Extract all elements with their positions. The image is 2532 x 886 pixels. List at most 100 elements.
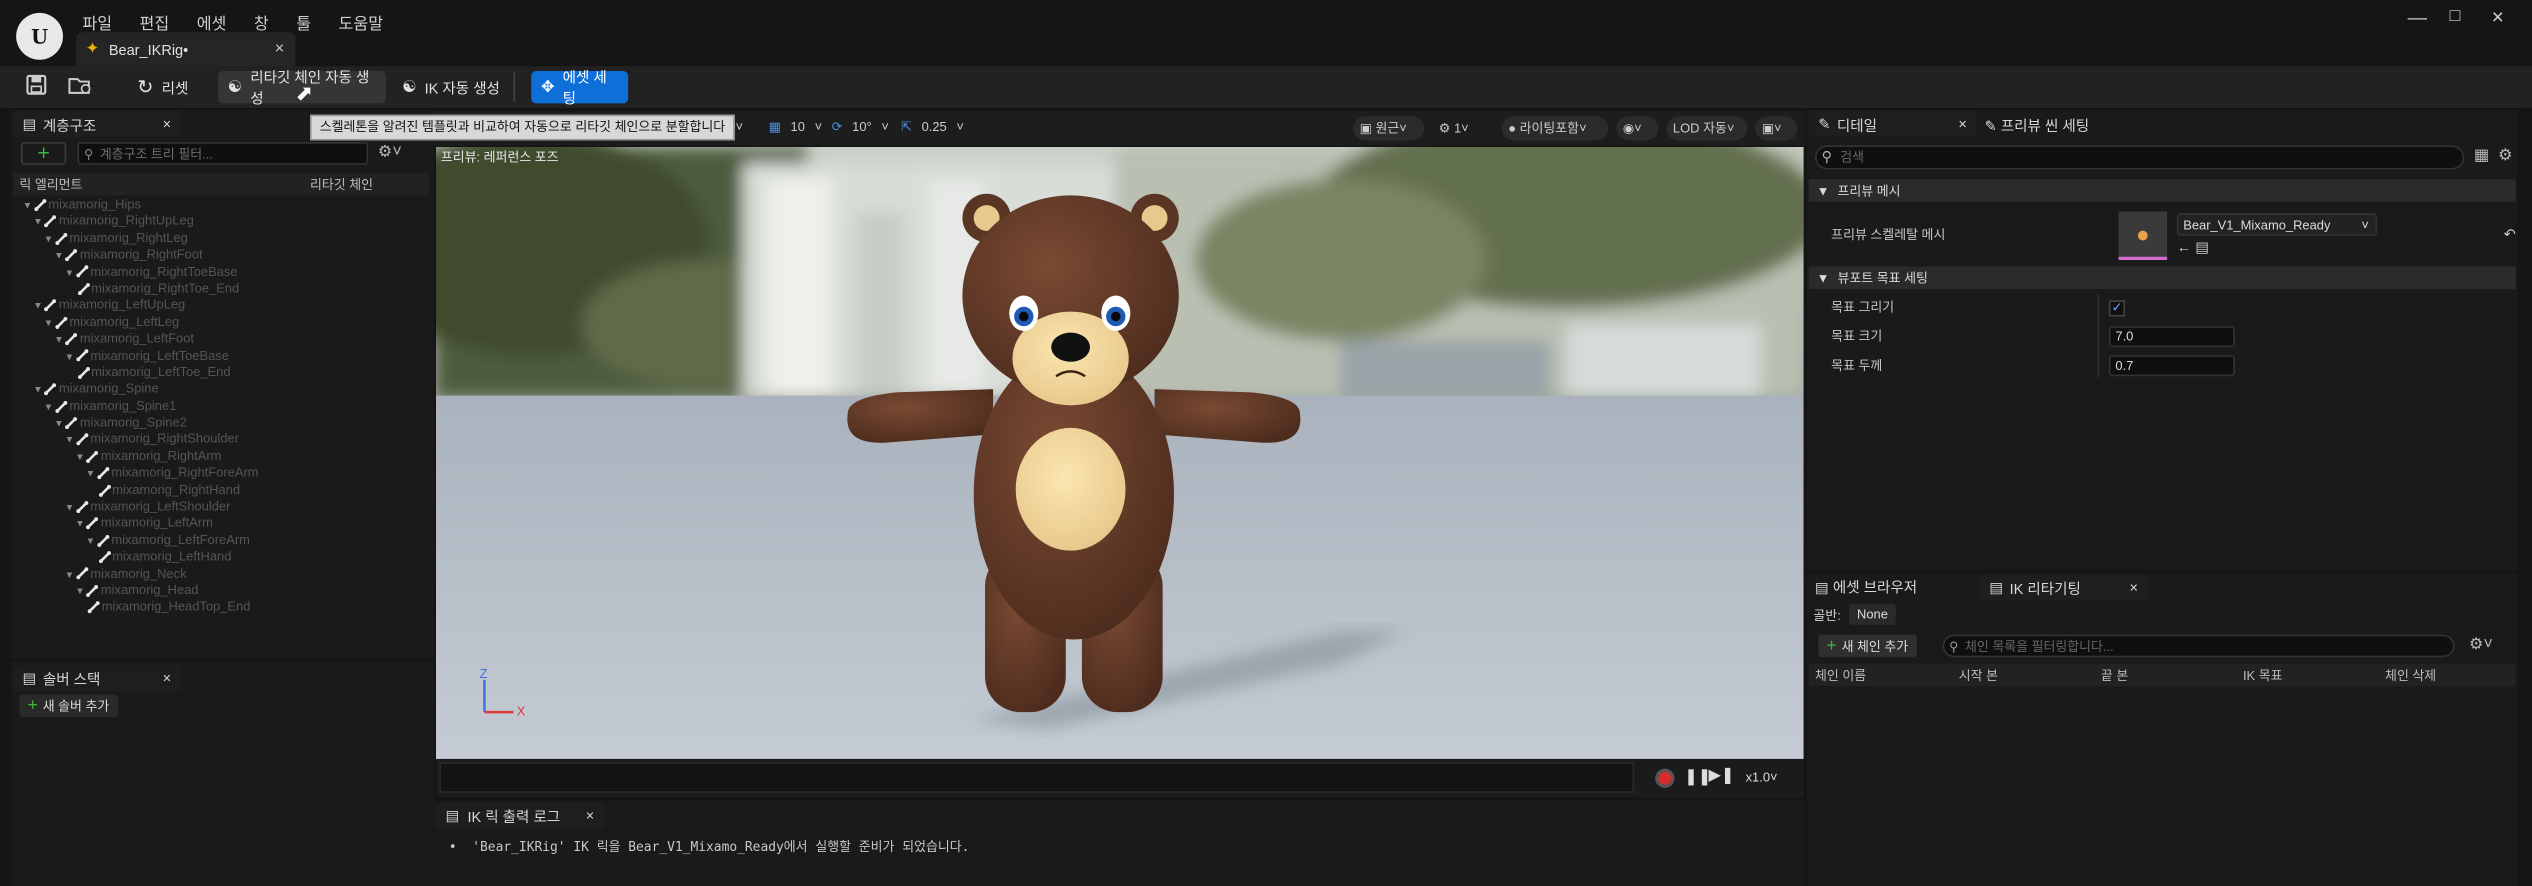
expand-arrow-icon[interactable]: ▼ (65, 504, 75, 514)
menu-item-5[interactable]: 도움말 (339, 10, 384, 34)
retarget-settings-icon[interactable]: ⚙˅ (2469, 636, 2493, 654)
expand-arrow-icon[interactable]: ▼ (33, 386, 43, 396)
details-settings-icon[interactable]: ⚙ (2498, 147, 2512, 165)
record-icon[interactable] (1655, 768, 1675, 789)
expand-arrow-icon[interactable]: ▼ (54, 420, 64, 430)
expand-arrow-icon[interactable]: ▼ (65, 437, 75, 447)
goal-thickness-input[interactable]: 0.7 (2108, 355, 2235, 377)
tree-row[interactable]: ▼ mixamorig_Spine (13, 382, 430, 399)
column-splitter[interactable] (2097, 293, 2100, 378)
mesh-thumbnail[interactable]: ● (2118, 210, 2168, 260)
playrate-dropdown[interactable]: x1.0˅ (1746, 770, 1778, 785)
tree-row[interactable]: ▼ mixamorig_RightShoulder (13, 432, 430, 449)
lod-dropdown[interactable]: LOD 자동 ˅ (1666, 116, 1748, 141)
camera-speed[interactable]: ⚙ 1 ˅ (1432, 116, 1477, 140)
draw-goals-checkbox[interactable]: ✓ (2108, 299, 2126, 316)
timeline-scrubber[interactable] (439, 762, 1635, 793)
asset-settings-button[interactable]: ✥ 에셋 세팅 (531, 69, 629, 107)
tree-row[interactable]: ▼ mixamorig_LeftArm (13, 516, 430, 533)
maximize-icon[interactable]: □ (2450, 6, 2461, 25)
tree-row[interactable]: mixamorig_RightHand (13, 482, 430, 499)
chain-column-header[interactable]: IK 목표 (2243, 667, 2283, 685)
chain-filter-input[interactable]: ⚲ 체인 목록을 필터링합니다... (1942, 634, 2455, 658)
tree-row[interactable]: ▼ mixamorig_RightForeArm (13, 465, 430, 482)
tree-row[interactable]: ▼ mixamorig_Spine2 (13, 415, 430, 432)
chain-column-header[interactable]: 시작 본 (1959, 667, 1998, 685)
menu-item-4[interactable]: 툴 (296, 10, 311, 34)
show-dropdown[interactable]: ◉˅ (1616, 116, 1659, 141)
tree-row[interactable]: ▼ mixamorig_LeftLeg (13, 314, 430, 331)
goal-size-input[interactable]: 7.0 (2108, 326, 2235, 348)
expand-arrow-icon[interactable]: ▼ (54, 252, 64, 262)
viewport-goal-section[interactable]: ▼ 뷰포트 목표 세팅 (1808, 266, 2516, 290)
add-solver-button[interactable]: + 새 솔버 추가 (19, 694, 118, 717)
table-view-icon[interactable]: ▦ (2474, 147, 2489, 165)
unreal-logo[interactable]: U (16, 12, 63, 60)
expand-arrow-icon[interactable]: ▼ (75, 454, 85, 464)
tree-row[interactable]: mixamorig_LeftHand (13, 549, 430, 566)
tree-row[interactable]: ▼ mixamorig_LeftFoot (13, 331, 430, 348)
expand-arrow-icon[interactable]: ▼ (33, 219, 43, 229)
tree-row[interactable]: ▼ mixamorig_RightLeg (13, 231, 430, 248)
tree-row[interactable]: ▼ mixamorig_Hips (13, 197, 430, 214)
lighting-dropdown[interactable]: ● 라이팅포함 ˅ (1501, 116, 1609, 141)
tree-row[interactable]: mixamorig_HeadTop_End (13, 600, 430, 617)
tree-row[interactable]: ▼ mixamorig_LeftToeBase (13, 348, 430, 365)
expand-arrow-icon[interactable]: ▼ (65, 353, 75, 363)
use-selected-icon[interactable]: ← (2177, 239, 2192, 255)
expand-arrow-icon[interactable]: ▼ (44, 403, 54, 413)
tree-row[interactable]: ▼ mixamorig_RightToeBase (13, 264, 430, 281)
expand-arrow-icon[interactable]: ▼ (33, 303, 43, 313)
expand-arrow-icon[interactable]: ▼ (23, 202, 33, 212)
auto-create-ik-button[interactable]: ☯ IK 자동 생성 (392, 71, 509, 103)
asset-browser-tab[interactable]: ▤ 에셋 브라우저 (1815, 576, 1917, 597)
save-icon[interactable] (26, 74, 47, 95)
add-chain-button[interactable]: + 새 체인 추가 (1818, 634, 1917, 658)
close-retarget-icon[interactable]: × (2129, 580, 2138, 596)
solver-stack-tab[interactable]: ▤ 솔버 스택 × (12, 665, 181, 692)
tree-row[interactable]: ▼ mixamorig_Spine1 (13, 398, 430, 415)
hierarchy-tab[interactable]: ▤ 계층구조 × (12, 111, 181, 138)
scale-snap[interactable]: ⇱ 0.25 ˅ (901, 119, 964, 134)
hierarchy-settings-icon[interactable]: ⚙˅ (378, 144, 402, 162)
preview-mesh-section[interactable]: ▼ 프리뷰 메시 (1808, 179, 2516, 202)
rotation-snap[interactable]: ⟳ 10° ˅ (832, 119, 889, 134)
reset-to-default-icon[interactable]: ↶ (2504, 226, 2516, 244)
location-snap[interactable]: ▦ 10 ˅ (769, 119, 823, 134)
browse-icon[interactable] (68, 74, 94, 95)
expand-arrow-icon[interactable]: ▼ (86, 537, 96, 547)
tree-row[interactable]: ▼ mixamorig_RightArm (13, 449, 430, 466)
step-forward-icon[interactable]: ▶❚ (1708, 767, 1734, 785)
close-tab-icon[interactable]: × (275, 40, 284, 58)
expand-arrow-icon[interactable]: ▼ (65, 571, 75, 581)
preview-scene-tab[interactable]: ✎ 프리뷰 씬 세팅 (1985, 115, 2090, 136)
tree-row[interactable]: ▼ mixamorig_RightFoot (13, 247, 430, 264)
menu-item-3[interactable]: 창 (254, 10, 269, 34)
details-tab[interactable]: ✎ 디테일 × (1808, 111, 1977, 138)
expand-arrow-icon[interactable]: ▼ (65, 269, 75, 279)
chain-column-header[interactable]: 체인 삭제 (2385, 667, 2436, 685)
mesh-dropdown[interactable]: Bear_V1_Mixamo_Ready ˅ (2176, 213, 2377, 236)
tree-row[interactable]: ▼ mixamorig_Neck (13, 566, 430, 583)
tree-row[interactable]: ▼ mixamorig_RightUpLeg (13, 214, 430, 231)
details-search-input[interactable]: ⚲ 검색 (1815, 145, 2465, 170)
pause-icon[interactable]: ❚❚ (1684, 769, 1711, 787)
document-tab[interactable]: ✦ Bear_IKRig• × (75, 32, 296, 67)
browse-asset-icon[interactable]: ▤ (2195, 239, 2209, 255)
close-details-icon[interactable]: × (1958, 116, 1967, 132)
tree-row[interactable]: mixamorig_RightToe_End (13, 281, 430, 298)
menu-item-0[interactable]: 파일 (82, 10, 112, 34)
close-hierarchy-icon[interactable]: × (163, 116, 172, 132)
expand-arrow-icon[interactable]: ▼ (86, 470, 96, 480)
preview-viewport[interactable] (435, 146, 1804, 759)
expand-arrow-icon[interactable]: ▼ (75, 521, 85, 531)
window-close-icon[interactable]: × (2492, 5, 2504, 29)
close-log-icon[interactable]: × (586, 807, 595, 823)
close-solver-icon[interactable]: × (163, 670, 172, 686)
viewport-layout-dropdown[interactable]: ▣˅ (1755, 116, 1798, 141)
tree-row[interactable]: ▼ mixamorig_LeftShoulder (13, 499, 430, 516)
tree-row[interactable]: ▼ mixamorig_LeftForeArm (13, 533, 430, 550)
minimize-icon[interactable]: — (2408, 6, 2427, 29)
menu-item-1[interactable]: 편집 (140, 10, 170, 34)
hierarchy-search-input[interactable]: ⚲ 계층구조 트리 필터... (77, 142, 369, 165)
